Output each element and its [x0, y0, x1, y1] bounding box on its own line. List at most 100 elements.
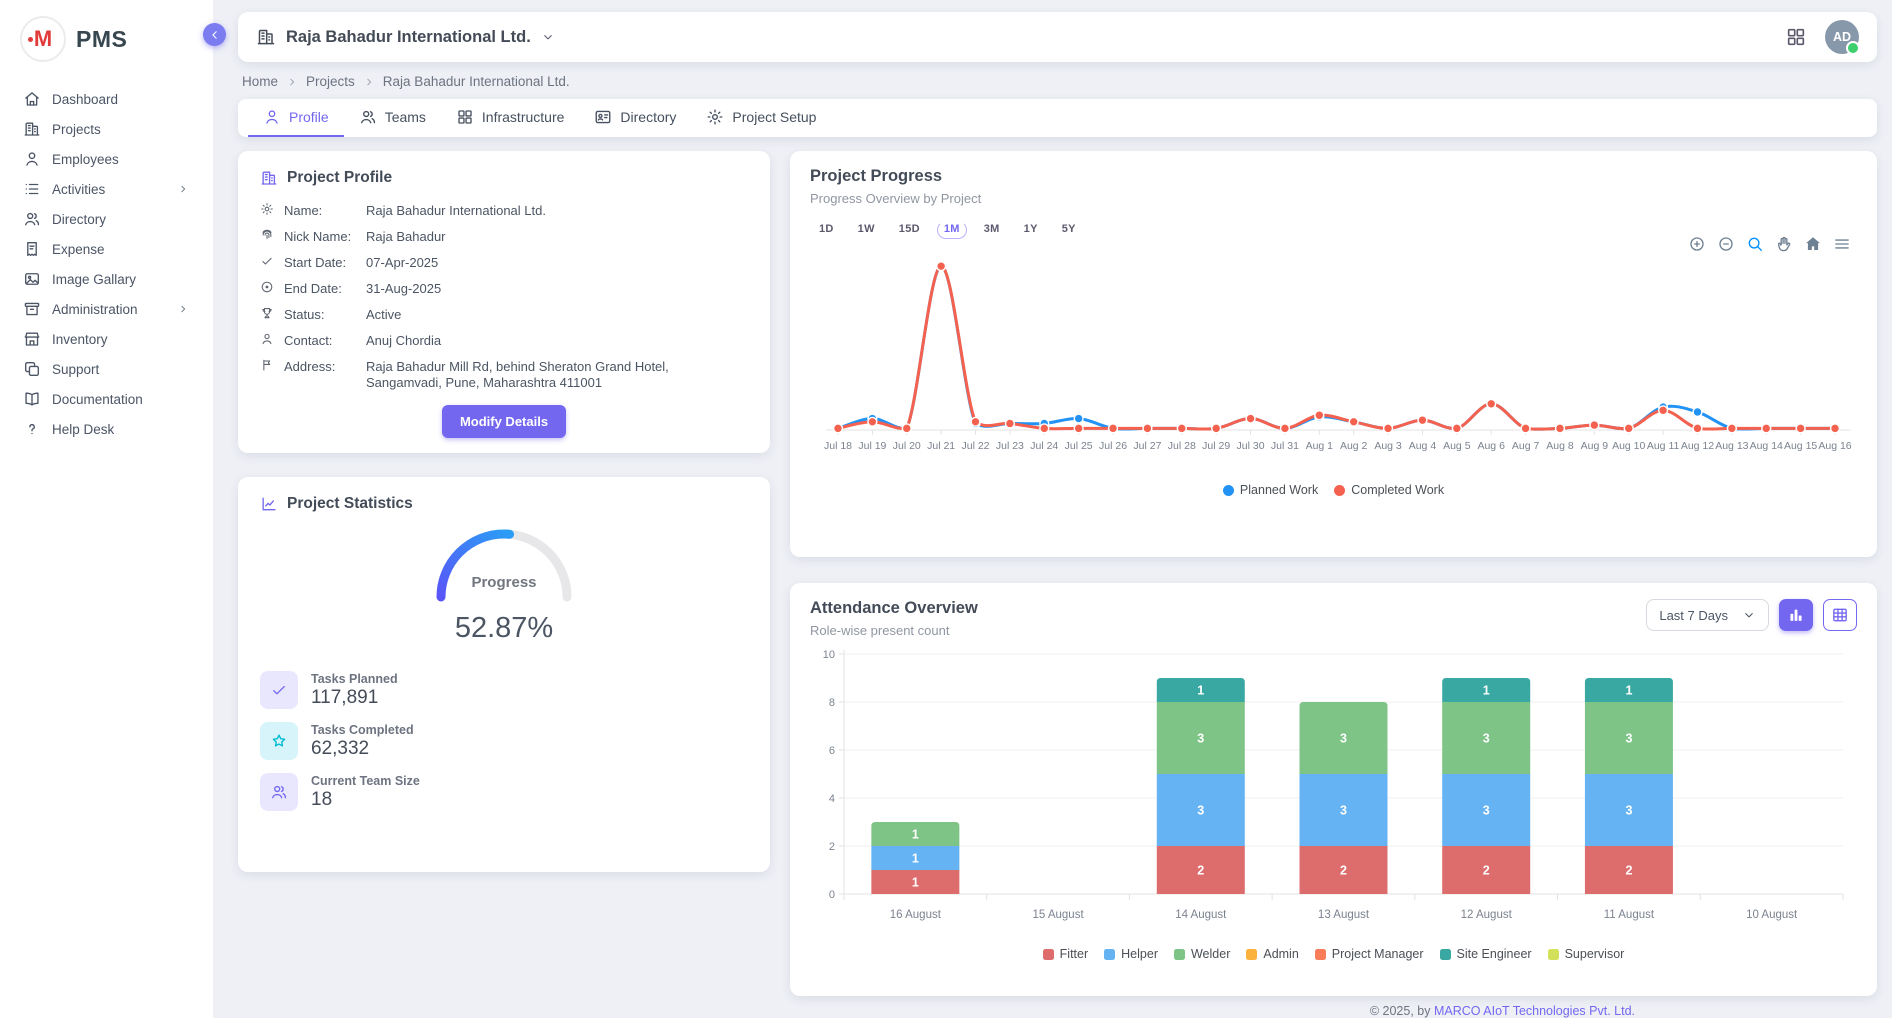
brand-logo[interactable]: M PMS — [0, 0, 213, 76]
tab-project-setup[interactable]: Project Setup — [691, 99, 831, 137]
breadcrumb-item-home[interactable]: Home — [242, 74, 278, 89]
chevron-down-icon — [541, 30, 555, 44]
user-icon — [23, 150, 41, 168]
svg-text:Jul 26: Jul 26 — [1099, 440, 1127, 452]
legend-supervisor[interactable]: Supervisor — [1548, 947, 1625, 961]
legend-project-manager[interactable]: Project Manager — [1315, 947, 1424, 961]
range-button-1w[interactable]: 1W — [849, 220, 884, 238]
stat-tasks-completed: Tasks Completed62,332 — [260, 722, 748, 760]
range-button-1m[interactable]: 1M — [935, 220, 969, 238]
field-value: 31-Aug-2025 — [366, 281, 741, 297]
profile-card-header: Project Profile — [260, 169, 748, 187]
modify-details-button[interactable]: Modify Details — [442, 405, 566, 438]
zoomin-tool-icon[interactable] — [1688, 235, 1706, 253]
tab-label: Infrastructure — [482, 109, 564, 125]
bar-chart-icon — [1787, 606, 1805, 624]
sidebar-item-inventory[interactable]: Inventory — [0, 324, 213, 354]
sidebar-item-projects[interactable]: Projects — [0, 114, 213, 144]
menu-tool-icon[interactable] — [1833, 235, 1851, 253]
svg-text:3: 3 — [1197, 804, 1204, 818]
svg-text:Aug 13: Aug 13 — [1715, 440, 1748, 452]
attendance-card-title: Attendance Overview — [810, 599, 978, 618]
profile-card-title: Project Profile — [287, 169, 392, 187]
svg-text:1: 1 — [1197, 684, 1204, 698]
legend-fitter[interactable]: Fitter — [1043, 947, 1088, 961]
svg-text:Aug 15: Aug 15 — [1784, 440, 1817, 452]
breadcrumb: Home Projects Raja Bahadur International L… — [238, 72, 1877, 99]
sidebar-item-dashboard[interactable]: Dashboard — [0, 84, 213, 114]
legend-label: Fitter — [1060, 947, 1088, 961]
sidebar-item-image-gallary[interactable]: Image Gallary — [0, 264, 213, 294]
attendance-bar-chart[interactable]: 024681011116 August15 August233114 Augus… — [810, 644, 1857, 940]
tab-label: Project Setup — [732, 109, 816, 125]
svg-text:1: 1 — [912, 852, 919, 866]
project-statistics-card: Project Statistics Progress 52.87% Tasks… — [238, 477, 770, 872]
user-icon — [263, 108, 281, 126]
stat-text: Current Team Size18 — [311, 774, 420, 811]
legend-planned-work[interactable]: Planned Work — [1223, 483, 1318, 497]
users-glyph — [270, 783, 288, 801]
sidebar-collapse-button[interactable] — [203, 23, 226, 46]
legend-completed-work[interactable]: Completed Work — [1334, 483, 1444, 497]
bar-view-toggle[interactable] — [1779, 599, 1813, 631]
range-button-3m[interactable]: 3M — [975, 220, 1009, 238]
tab-profile[interactable]: Profile — [248, 99, 344, 137]
field-value: Anuj Chordia — [366, 333, 741, 349]
profile-field-status-: Status:Active — [260, 307, 748, 323]
svg-text:Aug 16: Aug 16 — [1818, 440, 1851, 452]
svg-text:Aug 4: Aug 4 — [1409, 440, 1437, 452]
legend-helper[interactable]: Helper — [1104, 947, 1158, 961]
range-button-1d[interactable]: 1D — [810, 220, 843, 238]
company-name: Raja Bahadur International Ltd. — [286, 28, 531, 47]
project-profile-card: Project Profile Name:Raja Bahadur Intern… — [238, 151, 770, 453]
sidebar-item-activities[interactable]: Activities — [0, 174, 213, 204]
sidebar-item-employees[interactable]: Employees — [0, 144, 213, 174]
sidebar-item-directory[interactable]: Directory — [0, 204, 213, 234]
tab-directory[interactable]: Directory — [579, 99, 691, 137]
breadcrumb-item-projects[interactable]: Projects — [306, 74, 355, 89]
stat-current-team-size: Current Team Size18 — [260, 773, 748, 811]
sidebar-item-documentation[interactable]: Documentation — [0, 384, 213, 414]
chevron-right-icon — [177, 303, 189, 315]
range-button-1y[interactable]: 1Y — [1015, 220, 1047, 238]
stat-value: 62,332 — [311, 738, 414, 760]
legend-site-engineer[interactable]: Site Engineer — [1440, 947, 1532, 961]
search-tool-icon[interactable] — [1746, 235, 1764, 253]
project-progress-line-chart[interactable]: Jul 18Jul 19Jul 20Jul 21Jul 22Jul 23Jul … — [810, 238, 1857, 476]
sidebar-item-label: Employees — [52, 152, 189, 167]
tab-infrastructure[interactable]: Infrastructure — [441, 99, 579, 137]
user-avatar[interactable]: AD — [1825, 20, 1859, 54]
company-selector[interactable]: Raja Bahadur International Ltd. — [256, 27, 555, 47]
stat-value: 117,891 — [311, 687, 398, 709]
svg-text:15 August: 15 August — [1032, 909, 1084, 921]
field-label: Name: — [284, 203, 356, 219]
sidebar-item-expense[interactable]: Expense — [0, 234, 213, 264]
sidebar-item-help-desk[interactable]: Help Desk — [0, 414, 213, 444]
legend-welder[interactable]: Welder — [1174, 947, 1230, 961]
range-button-15d[interactable]: 15D — [890, 220, 929, 238]
sidebar-menu: DashboardProjects Employees Activities Dire… — [0, 76, 213, 444]
sidebar-item-administration[interactable]: Administration — [0, 294, 213, 324]
check-icon — [260, 671, 298, 709]
apps-grid-icon[interactable] — [1785, 26, 1807, 48]
tab-teams[interactable]: Teams — [344, 99, 441, 137]
gauge-percent: 52.87% — [260, 612, 748, 645]
sidebar-item-support[interactable]: Support — [0, 354, 213, 384]
period-dropdown[interactable]: Last 7 Days — [1646, 599, 1769, 631]
range-button-5y[interactable]: 5Y — [1053, 220, 1085, 238]
sidebar-item-label: Directory — [52, 212, 189, 227]
breadcrumb-item-raja-bahadur-international-ltd-: Raja Bahadur International Ltd. — [383, 74, 570, 89]
svg-text:16 August: 16 August — [890, 909, 942, 921]
table-grid-icon — [1831, 606, 1849, 624]
homefill-tool-icon[interactable] — [1804, 235, 1822, 253]
svg-text:Aug 7: Aug 7 — [1512, 440, 1540, 452]
svg-text:3: 3 — [1625, 804, 1632, 818]
svg-text:Jul 22: Jul 22 — [962, 440, 990, 452]
hand-tool-icon[interactable] — [1775, 235, 1793, 253]
table-view-toggle[interactable] — [1823, 599, 1857, 631]
zoomout-tool-icon[interactable] — [1717, 235, 1735, 253]
stat-label: Tasks Planned — [311, 672, 398, 686]
svg-text:Aug 9: Aug 9 — [1581, 440, 1609, 452]
company-link[interactable]: MARCO AIoT Technologies Pvt. Ltd. — [1434, 1004, 1635, 1018]
legend-admin[interactable]: Admin — [1246, 947, 1298, 961]
